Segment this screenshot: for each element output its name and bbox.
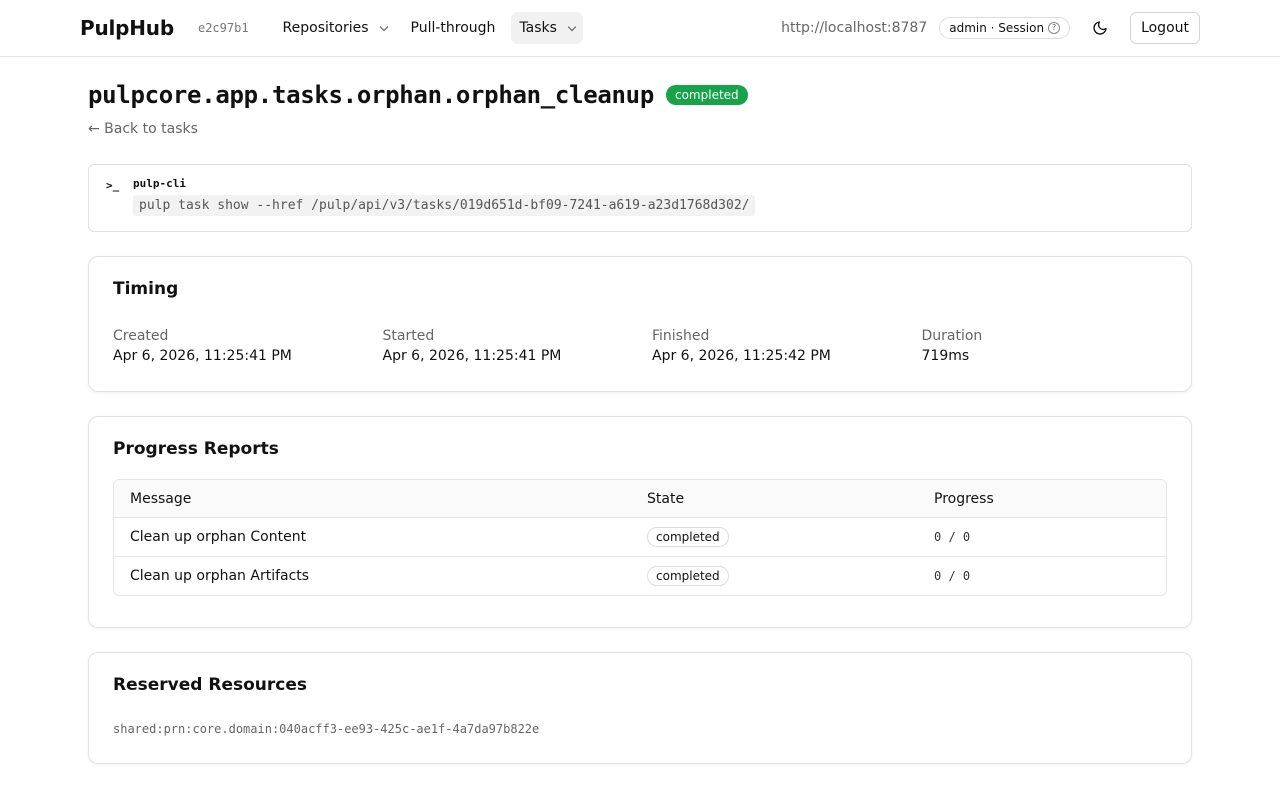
- terminal-icon: >_: [106, 179, 120, 192]
- session-label: admin · Session: [949, 21, 1045, 35]
- title-row: pulpcore.app.tasks.orphan.orphan_cleanup…: [88, 81, 1192, 109]
- cli-command-box: >_ pulp-cli pulp task show --href /pulp/…: [88, 164, 1192, 232]
- table-row: Clean up orphan Artifacts completed 0 / …: [114, 556, 1166, 595]
- timing-created: Created Apr 6, 2026, 11:25:41 PM: [113, 328, 383, 364]
- main-nav: Repositories Pull-through Tasks: [275, 12, 583, 44]
- row-progress: 0 / 0: [934, 530, 971, 544]
- top-navbar: PulpHub e2c97b1 Repositories Pull-throug…: [0, 0, 1280, 57]
- progress-table: Message State Progress Clean up orphan C…: [113, 479, 1167, 596]
- timing-label: Started: [382, 328, 435, 344]
- timing-label: Duration: [921, 328, 983, 344]
- row-state-cell: completed: [647, 527, 934, 547]
- reserved-resources-title: Reserved Resources: [113, 675, 307, 695]
- nav-repositories[interactable]: Repositories: [275, 12, 395, 44]
- state-badge: completed: [647, 527, 729, 547]
- table-row: Clean up orphan Content completed 0 / 0: [114, 517, 1166, 556]
- row-message: Clean up orphan Artifacts: [130, 568, 310, 584]
- nav-repositories-label: Repositories: [282, 20, 369, 36]
- moon-icon[interactable]: [1092, 20, 1108, 36]
- column-header-state: State: [647, 490, 685, 507]
- cli-label: pulp-cli: [133, 177, 186, 190]
- timing-value: Apr 6, 2026, 11:25:41 PM: [382, 348, 562, 364]
- server-url: http://localhost:8787: [781, 20, 928, 36]
- session-badge[interactable]: admin · Session ?: [939, 17, 1071, 39]
- row-progress: 0 / 0: [934, 569, 971, 583]
- nav-pull-through[interactable]: Pull-through: [403, 12, 504, 44]
- timing-finished: Finished Apr 6, 2026, 11:25:42 PM: [652, 328, 922, 364]
- state-badge: completed: [647, 566, 729, 586]
- timing-grid: Created Apr 6, 2026, 11:25:41 PM Started…: [113, 328, 1167, 364]
- back-to-tasks-link[interactable]: ← Back to tasks: [88, 121, 198, 137]
- progress-reports-card: Progress Reports Message State Progress …: [88, 416, 1192, 628]
- reserved-resource: shared:prn:core.domain:040acff3-ee93-425…: [113, 722, 540, 736]
- timing-title: Timing: [113, 279, 179, 299]
- column-header-message: Message: [130, 490, 192, 507]
- nav-pull-through-label: Pull-through: [410, 20, 496, 36]
- brand-logo[interactable]: PulpHub: [80, 16, 174, 40]
- help-icon: ?: [1048, 22, 1061, 34]
- timing-value: Apr 6, 2026, 11:25:41 PM: [113, 348, 292, 364]
- page-title: pulpcore.app.tasks.orphan.orphan_cleanup: [88, 81, 654, 109]
- chevron-down-icon: [567, 22, 577, 31]
- timing-value: Apr 6, 2026, 11:25:42 PM: [652, 348, 831, 364]
- main-content: pulpcore.app.tasks.orphan.orphan_cleanup…: [0, 81, 1280, 764]
- nav-tasks-label: Tasks: [519, 20, 557, 36]
- timing-value: 719ms: [921, 348, 970, 364]
- logout-button[interactable]: Logout: [1130, 12, 1200, 44]
- timing-started: Started Apr 6, 2026, 11:25:41 PM: [383, 328, 653, 364]
- status-badge: completed: [665, 85, 748, 105]
- timing-label: Finished: [652, 328, 710, 344]
- reserved-resources-card: Reserved Resources shared:prn:core.domai…: [88, 652, 1192, 764]
- row-progress-cell: 0 / 0: [934, 568, 970, 584]
- timing-card: Timing Created Apr 6, 2026, 11:25:41 PM …: [88, 256, 1192, 392]
- header-right: http://localhost:8787 admin · Session ? …: [781, 12, 1200, 44]
- table-header-row: Message State Progress: [114, 480, 1166, 517]
- row-message: Clean up orphan Content: [130, 529, 307, 545]
- progress-reports-title: Progress Reports: [113, 439, 279, 459]
- nav-tasks[interactable]: Tasks: [511, 12, 583, 44]
- timing-duration: Duration 719ms: [922, 328, 1192, 364]
- cli-command[interactable]: pulp task show --href /pulp/api/v3/tasks…: [133, 195, 756, 216]
- row-state-cell: completed: [647, 566, 934, 586]
- column-header-progress: Progress: [934, 490, 994, 507]
- row-progress-cell: 0 / 0: [934, 529, 970, 545]
- commit-hash: e2c97b1: [197, 21, 249, 35]
- chevron-down-icon: [379, 22, 388, 31]
- timing-label: Created: [113, 328, 169, 344]
